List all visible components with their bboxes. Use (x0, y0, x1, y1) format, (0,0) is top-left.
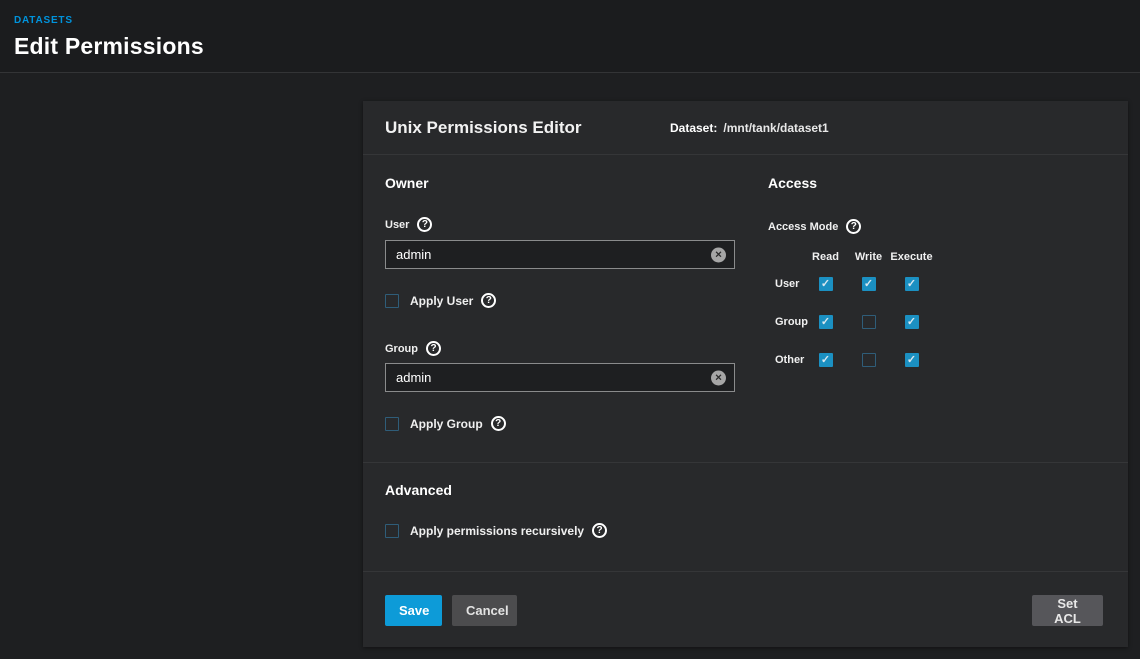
user-help-icon[interactable]: ? (417, 217, 432, 232)
dataset-info: Dataset: /mnt/tank/dataset1 (670, 101, 829, 155)
group-help-icon[interactable]: ? (426, 341, 441, 356)
access-col-header-write: Write (847, 251, 890, 263)
advanced-heading: Advanced (385, 482, 452, 498)
access-matrix-cell (890, 353, 933, 367)
apply-recursively-checkbox[interactable] (385, 524, 399, 538)
group-clear-icon[interactable]: ✕ (711, 370, 726, 385)
save-button[interactable]: Save (385, 595, 442, 626)
set-acl-button[interactable]: Set ACL (1032, 595, 1103, 626)
page-header: DATASETS Edit Permissions (0, 0, 1140, 73)
apply-group-row: Apply Group ? (385, 416, 506, 431)
section-divider (363, 462, 1128, 463)
page-title: Edit Permissions (14, 33, 1126, 60)
dataset-path: /mnt/tank/dataset1 (723, 121, 828, 135)
apply-recursively-help-icon[interactable]: ? (592, 523, 607, 538)
access-group-write-checkbox[interactable] (862, 315, 876, 329)
dataset-label: Dataset: (670, 121, 717, 135)
user-clear-icon[interactable]: ✕ (711, 247, 726, 262)
access-other-write-checkbox[interactable] (862, 353, 876, 367)
user-label: User (385, 219, 409, 231)
access-col-header-read: Read (804, 251, 847, 263)
access-other-execute-checkbox[interactable] (905, 353, 919, 367)
access-matrix-cell (847, 277, 890, 291)
apply-group-help-icon[interactable]: ? (491, 416, 506, 431)
apply-group-checkbox[interactable] (385, 417, 399, 431)
access-matrix-cell (804, 353, 847, 367)
access-other-read-checkbox[interactable] (819, 353, 833, 367)
access-mode-help-icon[interactable]: ? (846, 219, 861, 234)
access-row-label-group: Group (768, 316, 804, 328)
access-matrix-cell (847, 315, 890, 329)
apply-recursively-label: Apply permissions recursively (410, 524, 584, 538)
access-mode-label: Access Mode (768, 221, 838, 233)
apply-group-label: Apply Group (410, 417, 483, 431)
access-mode-matrix: ReadWriteExecute User Group Other (768, 248, 933, 379)
access-user-read-checkbox[interactable] (819, 277, 833, 291)
cancel-button[interactable]: Cancel (452, 595, 517, 626)
access-matrix-cell (890, 315, 933, 329)
apply-user-checkbox[interactable] (385, 294, 399, 308)
breadcrumb-datasets[interactable]: DATASETS (14, 15, 73, 26)
apply-user-help-icon[interactable]: ? (481, 293, 496, 308)
group-input[interactable] (385, 363, 735, 392)
group-label-row: Group ? (385, 341, 441, 356)
access-user-write-checkbox[interactable] (862, 277, 876, 291)
unix-permissions-editor-card: Unix Permissions Editor Dataset: /mnt/ta… (363, 101, 1128, 647)
access-matrix-cell (804, 315, 847, 329)
access-mode-row: Access Mode ? (768, 219, 861, 234)
access-group-execute-checkbox[interactable] (905, 315, 919, 329)
access-matrix-cell (890, 277, 933, 291)
apply-user-row: Apply User ? (385, 293, 496, 308)
access-matrix-cell (804, 277, 847, 291)
user-label-row: User ? (385, 217, 432, 232)
access-row-label-user: User (768, 278, 804, 290)
access-row-label-other: Other (768, 354, 804, 366)
user-field: ✕ (385, 240, 735, 269)
owner-heading: Owner (385, 175, 429, 191)
access-group-read-checkbox[interactable] (819, 315, 833, 329)
card-header: Unix Permissions Editor Dataset: /mnt/ta… (363, 101, 1128, 155)
footer-divider (363, 571, 1128, 572)
access-heading: Access (768, 175, 817, 191)
group-label: Group (385, 343, 418, 355)
access-col-header-execute: Execute (890, 251, 933, 263)
access-matrix-cell (847, 353, 890, 367)
group-field: ✕ (385, 363, 735, 392)
card-title: Unix Permissions Editor (385, 118, 582, 138)
recursive-row: Apply permissions recursively ? (385, 523, 607, 538)
apply-user-label: Apply User (410, 294, 473, 308)
access-user-execute-checkbox[interactable] (905, 277, 919, 291)
user-input[interactable] (385, 240, 735, 269)
